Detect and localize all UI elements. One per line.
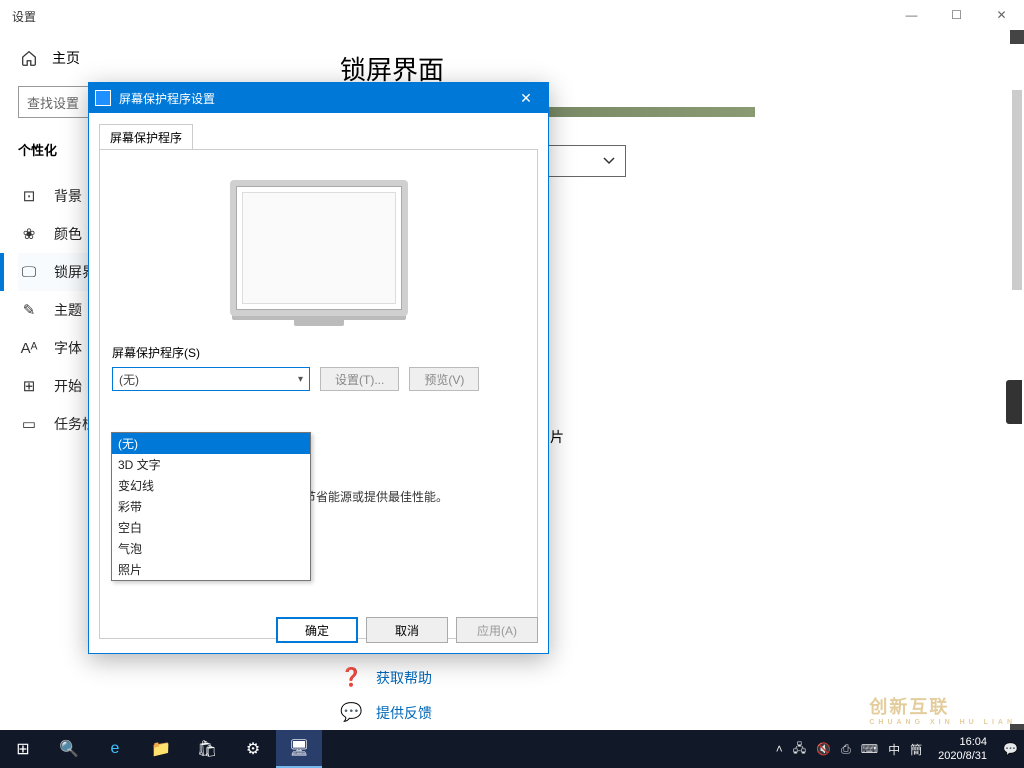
dialog-icon (95, 90, 111, 106)
notifications-icon[interactable]: 💬 (1003, 742, 1018, 756)
sidebar-item-label: 开始 (54, 376, 82, 396)
screensaver-dropdown[interactable]: (无)3D 文字变幻线彩带空白气泡照片 (111, 432, 311, 581)
ime-zh-icon[interactable]: 中 (888, 741, 900, 758)
feedback-label: 提供反馈 (376, 703, 432, 723)
taskbar-clock[interactable]: 16:04 2020/8/31 (932, 735, 993, 763)
sidebar-icon: ▭ (20, 415, 38, 433)
settings-button[interactable]: 设置(T)... (320, 367, 399, 391)
get-help-link[interactable]: ❓ 获取帮助 (340, 667, 1004, 688)
window-sysbuttons: — ☐ ✕ (889, 0, 1024, 30)
dropdown-option[interactable]: 彩带 (112, 496, 310, 517)
sidebar-item-label: 背景 (54, 186, 82, 206)
watermark-text: 创新互联 (869, 697, 949, 717)
dialog-close-button[interactable]: ✕ (504, 83, 548, 113)
close-button[interactable]: ✕ (979, 0, 1024, 30)
preview-button[interactable]: 预览(V) (409, 367, 479, 391)
help-icon: ❓ (340, 667, 362, 688)
chevron-down-icon (603, 155, 615, 167)
explorer-icon[interactable]: 📁 (138, 730, 184, 768)
sidebar-item-label: 字体 (54, 338, 82, 358)
screensaver-taskbar-icon[interactable]: 🖥 (276, 730, 322, 768)
volume-icon[interactable]: 🔇 (816, 742, 831, 756)
dropdown-option[interactable]: 空白 (112, 517, 310, 538)
dialog-titlebar[interactable]: 屏幕保护程序设置 ✕ (89, 83, 548, 113)
sidebar-icon: Aᴬ (20, 339, 38, 357)
settings-icon[interactable]: ⚙ (230, 730, 276, 768)
search-button[interactable]: 🔍 (46, 730, 92, 768)
apply-button[interactable]: 应用(A) (456, 617, 538, 643)
window-titlebar: 设置 (0, 0, 1024, 32)
scrollbar-thumb[interactable] (1012, 90, 1022, 290)
side-handle[interactable] (1006, 380, 1022, 424)
clock-time: 16:04 (938, 735, 987, 749)
minimize-button[interactable]: — (889, 0, 934, 30)
combobox-value: (无) (119, 371, 139, 388)
system-tray: ˄ 🖧 🔇 ⎙ ⌨ 中 簡 16:04 2020/8/31 💬 (776, 735, 1024, 763)
dropdown-option[interactable]: 照片 (112, 559, 310, 580)
sidebar-item-label: 颜色 (54, 224, 82, 244)
home-icon (20, 49, 38, 67)
sidebar-icon: ⊡ (20, 187, 38, 205)
dropdown-option[interactable]: 气泡 (112, 538, 310, 559)
usb-icon[interactable]: ⎙ (841, 742, 851, 757)
sidebar-icon: ❀ (20, 225, 38, 243)
screensaver-group-label: 屏幕保护程序(S) (112, 344, 525, 361)
watermark: 创新互联 CHUANG XIN HU LIAN (869, 693, 1016, 726)
taskbar: ⊞ 🔍 e 📁 🛍 ⚙ 🖥 ˄ 🖧 🔇 ⎙ ⌨ 中 簡 16:04 2020/8… (0, 730, 1024, 768)
ok-button[interactable]: 确定 (276, 617, 358, 643)
maximize-button[interactable]: ☐ (934, 0, 979, 30)
dialog-actions: 确定 取消 应用(A) (276, 617, 538, 643)
edge-icon[interactable]: e (92, 730, 138, 768)
home-label: 主页 (52, 48, 80, 68)
tray-chevron-up-icon[interactable]: ˄ (776, 742, 783, 756)
keyboard-icon[interactable]: ⌨ (861, 742, 878, 756)
chevron-down-icon: ▾ (298, 374, 303, 385)
watermark-sub: CHUANG XIN HU LIAN (869, 719, 1016, 726)
tab-screensaver[interactable]: 屏幕保护程序 (99, 124, 193, 150)
ime-simp-icon[interactable]: 簡 (910, 741, 922, 758)
feedback-icon: 💬 (340, 702, 362, 723)
dialog-title: 屏幕保护程序设置 (119, 90, 215, 107)
clock-date: 2020/8/31 (938, 749, 987, 763)
sidebar-icon: 🖵 (20, 263, 38, 281)
store-icon[interactable]: 🛍 (184, 730, 230, 768)
home-nav[interactable]: 主页 (18, 40, 282, 86)
dropdown-option[interactable]: 3D 文字 (112, 454, 310, 475)
monitor-preview (230, 180, 408, 316)
sidebar-icon: ✎ (20, 301, 38, 319)
search-placeholder: 查找设置 (27, 93, 79, 112)
sidebar-icon: ⊞ (20, 377, 38, 395)
dropdown-option[interactable]: (无) (112, 433, 310, 454)
get-help-label: 获取帮助 (376, 668, 432, 688)
screensaver-combobox[interactable]: (无) ▾ (112, 367, 310, 391)
scroll-up-button[interactable] (1010, 30, 1024, 44)
preview-area (112, 162, 525, 344)
sidebar-item-label: 主题 (54, 300, 82, 320)
cancel-button[interactable]: 取消 (366, 617, 448, 643)
network-icon[interactable]: 🖧 (793, 739, 806, 760)
start-button[interactable]: ⊞ (0, 730, 46, 768)
dropdown-option[interactable]: 变幻线 (112, 475, 310, 496)
window-title: 设置 (12, 8, 36, 25)
